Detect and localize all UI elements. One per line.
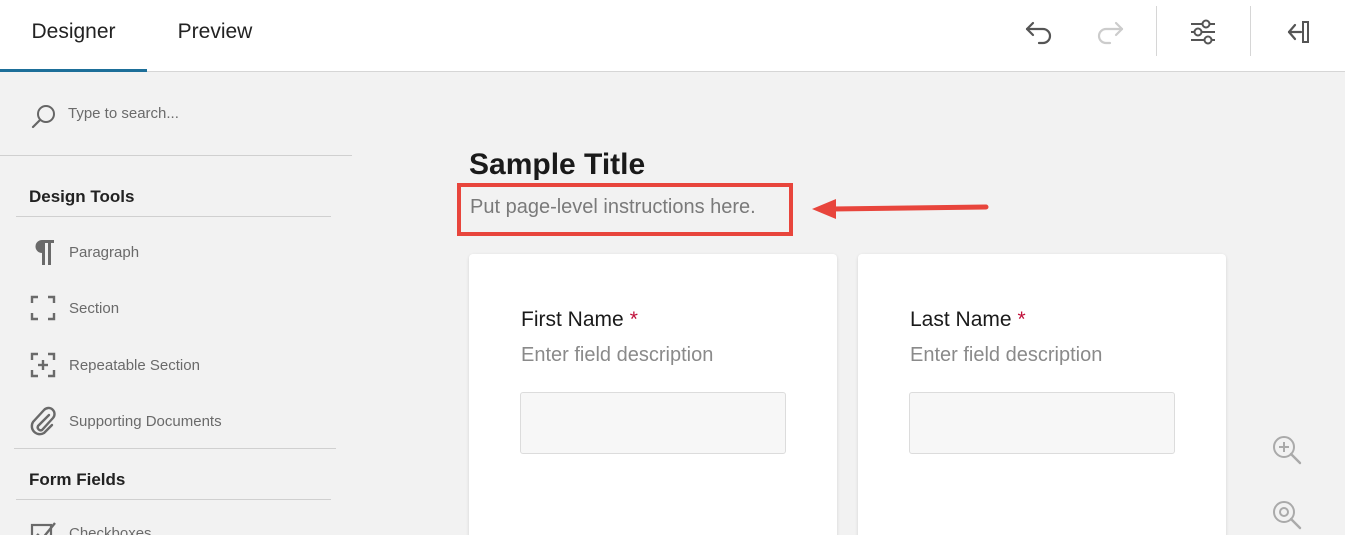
- tab-designer[interactable]: Designer: [0, 0, 147, 72]
- tool-paragraph[interactable]: Paragraph: [28, 234, 328, 270]
- search-bar: [0, 73, 352, 156]
- redo-icon: [1097, 21, 1124, 45]
- field-label-text: First Name: [521, 308, 624, 331]
- annotation-arrow-icon: [812, 199, 989, 219]
- undo-icon: [1025, 21, 1052, 45]
- required-mark: *: [1017, 308, 1026, 331]
- tool-section[interactable]: Section: [28, 290, 328, 326]
- tab-preview[interactable]: Preview: [147, 0, 283, 72]
- paragraph-icon: [28, 237, 58, 267]
- paperclip-icon: [28, 406, 58, 436]
- search-icon: [31, 105, 55, 129]
- design-tools-heading: Design Tools: [16, 177, 331, 217]
- collapse-panel-icon: [1287, 21, 1309, 43]
- tool-checkboxes[interactable]: Checkboxes: [28, 515, 328, 535]
- checkbox-icon: [28, 518, 58, 535]
- section-divider: [14, 448, 336, 449]
- tool-label: Checkboxes: [69, 524, 152, 535]
- tool-label: Paragraph: [69, 243, 140, 261]
- tool-label: Repeatable Section: [69, 356, 200, 374]
- form-fields-heading: Form Fields: [16, 460, 331, 500]
- field-label: First Name *: [521, 308, 638, 332]
- field-description: Enter field description: [910, 344, 1103, 366]
- top-bar: Designer Preview: [0, 0, 1345, 72]
- zoom-out-button[interactable]: [1270, 498, 1304, 532]
- collapse-panel-button[interactable]: [1275, 10, 1319, 54]
- field-label-text: Last Name: [910, 308, 1012, 331]
- field-card-first-name[interactable]: First Name * Enter field description: [469, 254, 837, 535]
- zoom-in-icon: [1273, 436, 1302, 465]
- repeatable-section-icon: [28, 350, 58, 380]
- page-title[interactable]: Sample Title: [469, 148, 645, 182]
- field-card-last-name[interactable]: Last Name * Enter field description: [858, 254, 1226, 535]
- tool-repeatable-section[interactable]: Repeatable Section: [28, 347, 328, 383]
- required-mark: *: [629, 308, 638, 331]
- section-icon: [28, 293, 58, 323]
- last-name-input[interactable]: [909, 392, 1175, 454]
- field-label: Last Name *: [910, 308, 1026, 332]
- page-instructions[interactable]: Put page-level instructions here.: [470, 196, 756, 219]
- zoom-in-button[interactable]: [1270, 433, 1304, 467]
- search-input[interactable]: [68, 101, 328, 125]
- tool-label: Supporting Documents: [69, 412, 222, 430]
- tool-label: Section: [69, 299, 120, 317]
- sliders-icon: [1191, 19, 1215, 45]
- sidebar: Design Tools Paragraph Section Repeatabl…: [0, 73, 352, 535]
- tool-supporting-documents[interactable]: Supporting Documents: [28, 403, 328, 439]
- field-description: Enter field description: [521, 344, 714, 366]
- toolbar-divider: [1156, 6, 1157, 56]
- redo-button[interactable]: [1088, 10, 1132, 54]
- first-name-input[interactable]: [520, 392, 786, 454]
- settings-button[interactable]: [1181, 10, 1225, 54]
- undo-button[interactable]: [1017, 10, 1061, 54]
- zoom-out-icon: [1273, 501, 1302, 530]
- toolbar-divider: [1250, 6, 1251, 56]
